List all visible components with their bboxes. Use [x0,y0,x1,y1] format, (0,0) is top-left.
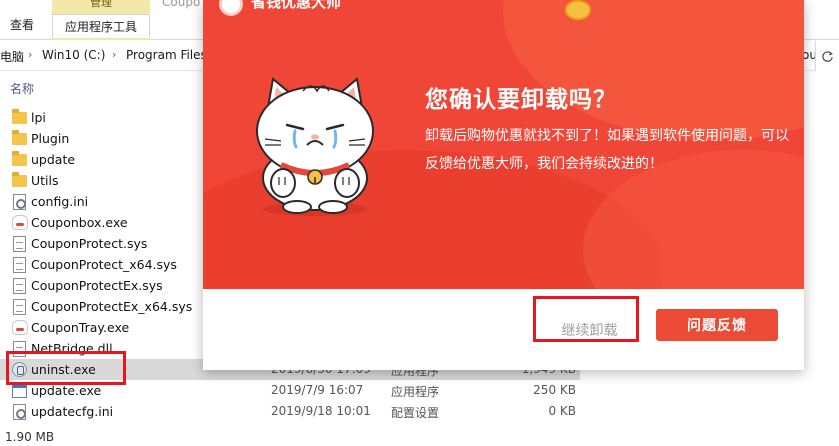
file-type: 应用程序 [391,385,440,399]
file-name: Couponbox.exe [31,215,128,230]
dialog-footer: 继续卸载 问题反馈 [203,289,804,370]
hero-decoration [503,0,804,140]
breadcrumb-this-pc[interactable]: 电脑 [0,48,24,65]
system-file-icon [12,278,28,294]
cat-app-icon [12,320,28,336]
file-name: updatecfg.ini [31,404,114,419]
dialog-hero: 省钱优惠大师 您确认要卸载吗？ 卸载后购物优惠就找不到了！如果遇到软件使用问题，… [203,0,804,289]
system-file-icon [12,236,28,252]
folder-icon [12,172,28,189]
window-title-fragment: Coupo [162,0,201,9]
breadcrumb-separator-icon[interactable]: › [28,48,32,61]
file-name: config.ini [31,194,89,209]
file-size: 0 KB [548,404,576,418]
highlight-frame-continue [533,296,639,342]
tab-application-tools[interactable]: 应用程序工具 [52,14,150,38]
folder-icon [12,109,28,126]
feedback-button[interactable]: 问题反馈 [656,309,778,341]
highlight-frame-uninst [6,351,126,385]
folder-icon [12,151,28,168]
file-name: update [31,152,76,167]
uninstall-dialog: 省钱优惠大师 您确认要卸载吗？ 卸载后购物优惠就找不到了！如果遇到软件使用问题，… [203,0,804,370]
breadcrumb-drive[interactable]: Win10 (C:) [42,48,105,62]
column-header-name[interactable]: 名称 [10,80,34,97]
exe-icon [12,383,28,399]
file-name: CouponProtectEx_x64.sys [31,299,193,314]
settings-file-icon [12,404,28,420]
file-row[interactable]: updatecfg.ini 2019/9/18 10:01 配置设置 0 KB [0,401,580,422]
tab-view[interactable]: 查看 [10,16,34,33]
file-date: 2019/7/9 16:07 [271,383,364,397]
folder-icon [12,130,28,147]
file-name: Plugin [31,131,70,146]
dialog-message: 卸载后购物优惠就找不到了！如果遇到软件使用问题，可以反馈给优惠大师，我们会持续改… [425,128,789,172]
refresh-button[interactable] [815,41,839,71]
coin-icon [565,0,591,20]
sad-cat-mascot-icon [256,77,374,216]
file-date: 2019/9/18 10:01 [271,404,371,418]
file-name: Utils [31,173,59,188]
file-name: CouponProtect_x64.sys [31,257,177,272]
file-name: CouponTray.exe [31,320,130,335]
app-logo-text: 省钱优惠大师 [251,0,342,11]
cat-app-icon [12,215,28,231]
app-logo-icon [219,0,243,16]
dialog-title: 您确认要卸载吗？ [425,87,617,113]
file-type: 配置设置 [391,406,440,420]
breadcrumb-program-files[interactable]: Program Files [126,48,207,62]
status-bar: 1.90 MB [0,428,839,446]
file-name: CouponProtectEx.sys [31,278,163,293]
file-name: CouponProtect.sys [31,236,148,251]
system-file-icon [12,257,28,273]
file-size: 250 KB [533,383,576,397]
file-name: lpi [31,110,46,125]
context-group-title: 管理 [90,0,112,9]
file-name: update.exe [31,383,102,398]
breadcrumb-separator-icon[interactable]: › [112,48,116,61]
system-file-icon [12,299,28,315]
status-selected-size: 1.90 MB [5,430,55,444]
refresh-icon [822,50,833,62]
settings-file-icon [12,194,28,210]
